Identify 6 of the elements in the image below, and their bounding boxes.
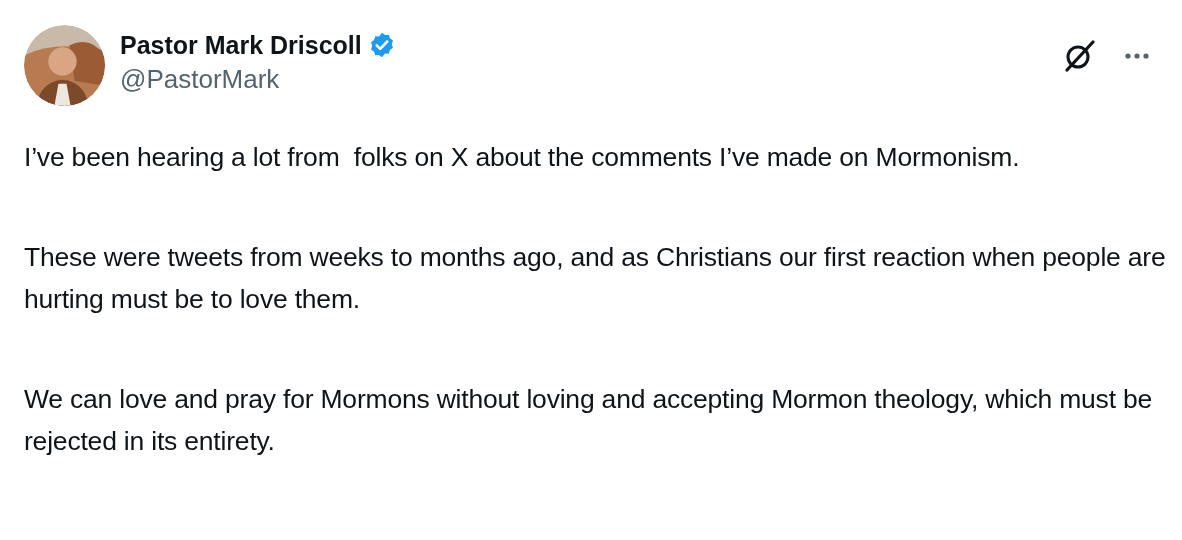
tweet-paragraph: I’ve been hearing a lot from folks on X about the comments I’ve made on Mormonism. xyxy=(24,141,1021,174)
tweet-paragraph: These were tweets from weeks to months ago, and as Christians our first reaction when people are hurting must be to love them. xyxy=(24,241,1167,316)
more-icon[interactable] xyxy=(1124,52,1150,60)
author-name[interactable]: Pastor Mark Driscoll xyxy=(120,29,362,61)
tweet-paragraph: We can love and pray for Mormons without loving and accepting Mormon theology, which must be rejected in its entirety. xyxy=(24,383,1154,458)
author-handle[interactable]: @PastorMark xyxy=(120,61,396,97)
